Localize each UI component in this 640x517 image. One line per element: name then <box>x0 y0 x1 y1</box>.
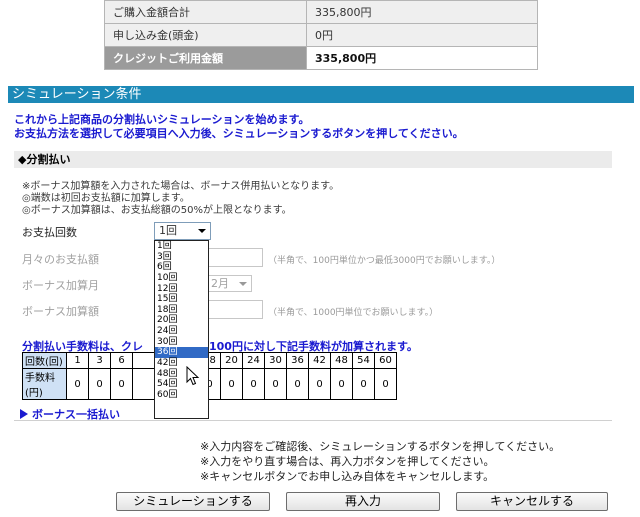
mouse-cursor-icon <box>186 366 200 386</box>
fee-amount-cell: 0 <box>330 368 353 400</box>
instruction-text: ※入力内容をご確認後、シミュレーションするボタンを押してください。 <box>200 440 561 453</box>
fee-count-cell: 1 <box>66 352 89 369</box>
fee-count-cell: 24 <box>242 352 265 369</box>
dropdown-option[interactable]: 30回 <box>155 337 208 348</box>
purchase-summary-table: ご購入金額合計 335,800円 申し込み金(頭金) 0円 クレジットご利用金額… <box>104 0 538 70</box>
bonus-amount-input[interactable] <box>207 300 263 319</box>
dropdown-option[interactable]: 42回 <box>155 358 208 369</box>
payment-count-value: 1回 <box>159 224 177 237</box>
fee-count-cell <box>132 352 155 369</box>
summary-row-total: クレジットご利用金額 335,800円 <box>104 46 538 70</box>
dropdown-option[interactable]: 24回 <box>155 326 208 337</box>
dropdown-option[interactable]: 18回 <box>155 305 208 316</box>
fee-amount-header: 手数料(円) <box>22 368 67 400</box>
chevron-down-icon <box>239 282 247 286</box>
divider <box>14 420 612 421</box>
dropdown-option[interactable]: 20回 <box>155 315 208 326</box>
fee-count-cell: 54 <box>352 352 375 369</box>
summary-label: クレジットご利用金額 <box>104 46 307 70</box>
triangle-right-icon <box>20 409 28 419</box>
fee-amount-row: 手数料(円) 0 0 0 0 0 0 0 0 0 0 0 0 0 <box>22 368 397 400</box>
fee-count-header: 回数(回) <box>22 352 67 369</box>
dropdown-option[interactable]: 3回 <box>155 252 208 263</box>
summary-label: 申し込み金(頭金) <box>104 23 307 47</box>
intro-text-2: お支払方法を選択して必要項目へ入力後、シミュレーションするボタンを押してください… <box>14 127 464 140</box>
summary-value: 0円 <box>306 23 538 47</box>
bonus-month-label: ボーナス加算月 <box>22 279 99 292</box>
bonus-amount-label: ボーナス加算額 <box>22 305 99 318</box>
fee-amount-cell: 0 <box>374 368 397 400</box>
payment-count-select[interactable]: 1回 <box>154 222 211 240</box>
fee-amount-cell <box>132 368 155 400</box>
dropdown-option[interactable]: 6回 <box>155 262 208 273</box>
instruction-text: ※キャンセルボタンでお申し込み自体をキャンセルします。 <box>200 470 495 483</box>
fee-amount-cell: 0 <box>220 368 243 400</box>
summary-row: ご購入金額合計 335,800円 <box>104 0 538 24</box>
simulate-button[interactable]: シミュレーションする <box>116 492 270 511</box>
fee-amount-cell: 0 <box>352 368 375 400</box>
monthly-amount-label: 月々のお支払額 <box>22 253 99 266</box>
fee-count-cell: 3 <box>88 352 111 369</box>
dropdown-option[interactable]: 36回 <box>155 347 208 359</box>
summary-label: ご購入金額合計 <box>104 0 307 24</box>
monthly-amount-hint: （半角で、100円単位かつ最低3000円でお願いします。） <box>268 256 501 266</box>
summary-value: 335,800円 <box>306 0 538 24</box>
instruction-text: ※入力をやり直す場合は、再入力ボタンを押してください。 <box>200 455 495 468</box>
fee-count-cell: 6 <box>110 352 133 369</box>
reenter-button[interactable]: 再入力 <box>286 492 440 511</box>
fee-count-cell: 20 <box>220 352 243 369</box>
fee-amount-cell: 0 <box>264 368 287 400</box>
fee-table: 回数(回) 1 3 6 15 18 20 24 30 36 42 48 54 6… <box>22 352 397 400</box>
installment-heading: ◆分割払い <box>14 151 612 168</box>
bonus-month-select[interactable]: 2月 <box>207 275 252 292</box>
chevron-down-icon <box>198 229 206 233</box>
dropdown-option[interactable]: 60回 <box>155 390 208 401</box>
fee-count-row: 回数(回) 1 3 6 15 18 20 24 30 36 42 48 54 6… <box>22 352 397 369</box>
dropdown-option[interactable]: 10回 <box>155 273 208 284</box>
fee-amount-cell: 0 <box>88 368 111 400</box>
payment-count-label: お支払回数 <box>22 226 77 239</box>
monthly-amount-input[interactable] <box>207 248 263 267</box>
fee-amount-cell: 0 <box>286 368 309 400</box>
dropdown-option[interactable]: 15回 <box>155 294 208 305</box>
section-title: シミュレーション条件 <box>8 86 634 103</box>
summary-value: 335,800円 <box>306 46 538 70</box>
dropdown-option[interactable]: 12回 <box>155 284 208 295</box>
bonus-amount-hint: （半角で、1000円単位でお願いします。） <box>268 308 439 318</box>
fee-count-cell: 36 <box>286 352 309 369</box>
summary-row: 申し込み金(頭金) 0円 <box>104 23 538 47</box>
fee-amount-cell: 0 <box>308 368 331 400</box>
fee-count-cell: 42 <box>308 352 331 369</box>
dropdown-option[interactable]: 48回 <box>155 369 208 380</box>
fee-amount-cell: 0 <box>110 368 133 400</box>
payment-count-dropdown-list[interactable]: 1回 3回 6回 10回 12回 15回 18回 20回 24回 30回 36回 42回 48回 54回 6… <box>154 240 209 419</box>
installment-note: ◎ボーナス加算額は、お支払総額の50%が上限となります。 <box>22 205 292 216</box>
fee-amount-cell: 0 <box>242 368 265 400</box>
fee-count-cell: 48 <box>330 352 353 369</box>
fee-count-cell: 30 <box>264 352 287 369</box>
cancel-button[interactable]: キャンセルする <box>456 492 608 511</box>
dropdown-option[interactable]: 54回 <box>155 379 208 390</box>
dropdown-option[interactable]: 1回 <box>155 241 208 252</box>
fee-count-cell: 60 <box>374 352 397 369</box>
fee-amount-cell: 0 <box>66 368 89 400</box>
bonus-month-value: 2月 <box>211 277 229 290</box>
